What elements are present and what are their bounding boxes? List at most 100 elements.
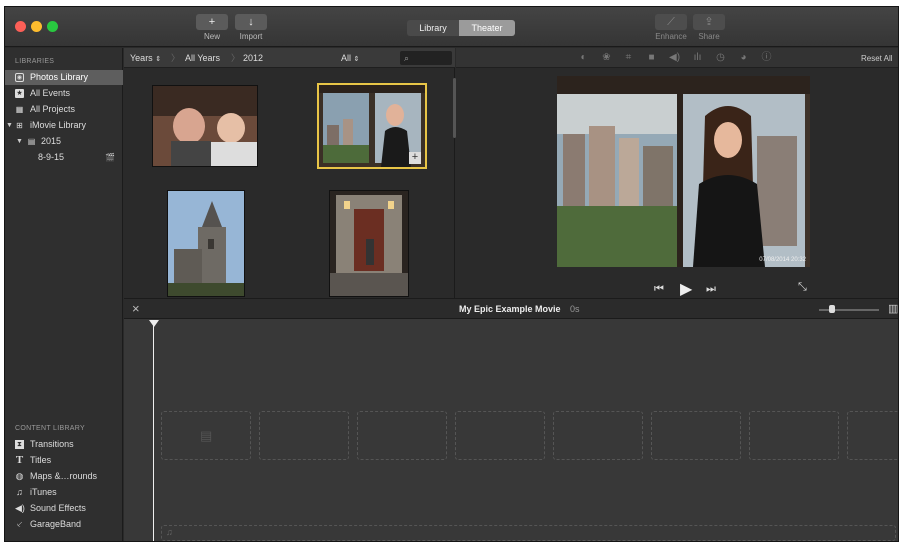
zoom-slider-thumb[interactable] <box>829 305 835 313</box>
photos-icon: ◉ <box>15 73 24 82</box>
sidebar-item-garageband[interactable]: ⸔ GarageBand <box>5 517 123 532</box>
zoom-slider[interactable] <box>819 309 879 311</box>
sidebar-item-sound-effects[interactable]: ◀) Sound Effects <box>5 501 123 516</box>
music-track[interactable]: ♫ <box>161 525 896 541</box>
toolbar: + New ↓ Import Library Theater ⟋ Enhance… <box>5 7 898 47</box>
star-icon: ★ <box>15 89 24 98</box>
content-library-heading: CONTENT LIBRARY <box>15 425 85 432</box>
stabilization-icon[interactable]: ■ <box>646 52 657 63</box>
tab-theater[interactable]: Theater <box>459 20 515 36</box>
sidebar-item-all-projects[interactable]: ▦ All Projects <box>5 102 123 117</box>
clapper-icon: 🎬 <box>105 153 115 162</box>
thumbnail-doorway[interactable] <box>329 190 409 297</box>
playhead-marker[interactable] <box>149 320 159 327</box>
color-correction-icon[interactable]: ❀ <box>601 52 612 63</box>
volume-icon[interactable]: ◀) <box>669 52 680 63</box>
project-duration: 0s <box>570 304 580 314</box>
guitar-icon: ⸔ <box>16 519 23 529</box>
empty-clip-slot[interactable] <box>259 411 349 460</box>
speed-icon[interactable]: ◷ <box>715 52 726 63</box>
selfie-photo <box>153 86 257 166</box>
titles-icon: T <box>15 454 24 466</box>
add-clip-plus-icon[interactable]: + <box>409 152 421 164</box>
skip-back-icon[interactable]: ⏮ <box>654 283 664 296</box>
enhance-button[interactable]: ⟋ <box>655 14 687 30</box>
clip-filter-icon[interactable]: ◕ <box>738 52 749 63</box>
sidebar-item-label: All Projects <box>30 104 76 114</box>
magic-wand-icon: ⟋ <box>667 16 675 28</box>
empty-clip-slot[interactable] <box>553 411 643 460</box>
sidebar-item-label: Titles <box>30 455 52 465</box>
empty-clip-slot[interactable] <box>455 411 545 460</box>
sidebar-item-imovie-library[interactable]: ▼ ⊞ iMovie Library <box>5 118 123 133</box>
film-frame-icon: ▤ <box>200 428 213 443</box>
thumbnail-window-portrait[interactable]: + <box>317 83 427 169</box>
imovie-window: + New ↓ Import Library Theater ⟋ Enhance… <box>4 6 899 542</box>
photo-timestamp: 07/08/2014 20:32 <box>759 257 806 263</box>
sidebar-item-itunes[interactable]: ♫ iTunes <box>5 485 123 500</box>
noise-reduction-icon[interactable]: ılı <box>692 52 703 63</box>
sidebar-item-all-events[interactable]: ★ All Events <box>5 86 123 101</box>
import-button[interactable]: ↓ <box>235 14 267 30</box>
sidebar-item-2015[interactable]: ▼ ▤ 2015 <box>5 134 123 149</box>
empty-clip-slot[interactable]: ▤ <box>161 411 251 460</box>
play-icon[interactable]: ▶ <box>680 279 692 299</box>
sidebar-item-label: iMovie Library <box>30 120 87 130</box>
viewer-frame: 07/08/2014 20:32 <box>557 76 810 267</box>
close-window-button[interactable] <box>15 21 26 32</box>
crumb-separator: 〉 <box>231 53 241 63</box>
calendar-icon: ▤ <box>27 137 36 146</box>
project-title: My Epic Example Movie <box>459 304 561 314</box>
share-button[interactable]: ⇪ <box>693 14 725 30</box>
crumb-all-years[interactable]: All Years <box>185 48 220 68</box>
disclosure-triangle-icon[interactable]: ▼ <box>6 118 13 133</box>
sidebar-item-maps-backgrounds[interactable]: ◍ Maps &…rounds <box>5 469 123 484</box>
sidebar-item-label: iTunes <box>30 487 57 497</box>
minimize-window-button[interactable] <box>31 21 42 32</box>
filter-select[interactable]: All ⇕ <box>341 48 359 70</box>
timeline-header: × My Epic Example Movie 0s ▥ <box>124 299 898 319</box>
skip-forward-icon[interactable]: ⏭ <box>706 283 716 296</box>
adjustment-toolbar: ◐ ❀ ⌗ ■ ◀) ılı ◷ ◕ ⓘ Reset All <box>456 48 898 68</box>
new-button[interactable]: + <box>196 14 228 30</box>
sidebar-item-transitions[interactable]: ⧗ Transitions <box>5 437 123 452</box>
crumb-2012[interactable]: 2012 <box>243 48 263 68</box>
sidebar-item-label: GarageBand <box>30 519 82 529</box>
sidebar-item-label: 8-9-15 <box>38 152 65 162</box>
timeline: × My Epic Example Movie 0s ▥ ▤ ♫ <box>124 298 898 541</box>
thumbnail-selfie[interactable] <box>152 85 258 167</box>
crumb-separator: 〉 <box>171 53 181 63</box>
info-icon[interactable]: ⓘ <box>761 52 772 63</box>
color-balance-icon[interactable]: ◐ <box>578 52 589 63</box>
sidebar-item-8-9-15[interactable]: 8-9-15 🎬 <box>5 150 123 165</box>
thumbnail-church[interactable] <box>167 190 245 297</box>
sidebar-item-photos-library[interactable]: ◉ Photos Library <box>5 70 123 85</box>
empty-clip-slot[interactable] <box>749 411 839 460</box>
transitions-icon: ⧗ <box>15 440 24 449</box>
doorway-photo <box>330 191 408 296</box>
sidebar-item-label: All Events <box>30 88 71 98</box>
crop-icon[interactable]: ⌗ <box>623 52 634 63</box>
reset-all-button[interactable]: Reset All <box>861 54 893 63</box>
fullscreen-icon[interactable]: ⤡ <box>798 281 807 294</box>
new-label: New <box>203 32 220 41</box>
filmstrip-settings-icon[interactable]: ▥ <box>888 302 898 315</box>
sidebar-item-titles[interactable]: T Titles <box>5 453 123 468</box>
crumb-years[interactable]: Years ⇕ <box>130 48 161 70</box>
empty-clip-slot[interactable] <box>847 411 898 460</box>
empty-clip-slot[interactable] <box>357 411 447 460</box>
close-timeline-icon[interactable]: × <box>132 301 140 316</box>
sidebar: LIBRARIES ◉ Photos Library ★ All Events … <box>5 48 123 541</box>
playhead[interactable] <box>153 321 154 541</box>
globe-icon: ◍ <box>15 471 24 481</box>
music-note-icon: ♫ <box>16 487 23 497</box>
search-input[interactable]: ⌕ <box>400 51 452 65</box>
empty-clip-slot[interactable] <box>651 411 741 460</box>
speaker-icon: ◀) <box>15 503 25 513</box>
church-photo <box>168 191 244 296</box>
disclosure-triangle-icon[interactable]: ▼ <box>16 134 23 149</box>
viewer-photo <box>557 76 810 267</box>
search-icon: ⌕ <box>404 53 410 63</box>
tab-library[interactable]: Library <box>407 20 459 36</box>
zoom-window-button[interactable] <box>47 21 58 32</box>
